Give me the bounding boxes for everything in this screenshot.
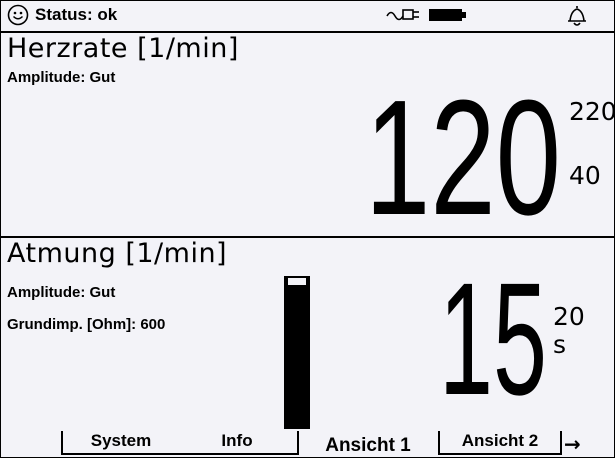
plug-icon — [386, 9, 419, 21]
tab-bar: System Info Ansicht 1 Ansicht 2 → — [1, 431, 614, 457]
respiration-value: 15 — [439, 273, 547, 398]
tab-info[interactable]: Info — [177, 431, 299, 455]
heart-rate-panel[interactable]: Herzrate [1/min] Amplitude: Gut 120 220 … — [1, 33, 614, 238]
monitor-screen: Status: ok Herzrate [1/min] Amplitude: G… — [0, 0, 615, 458]
svg-text:120: 120 — [365, 88, 561, 218]
respiration-panel[interactable]: Atmung [1/min] Amplitude: Gut Grundimp. … — [1, 238, 614, 431]
respiration-level-fill — [288, 278, 306, 285]
battery-icon — [429, 9, 466, 21]
tab-system[interactable]: System — [61, 431, 181, 455]
heart-rate-lower-limit: 40 — [569, 161, 601, 190]
heart-rate-title: Herzrate [1/min] — [7, 33, 239, 64]
respiration-level-bar — [284, 276, 310, 429]
smiley-icon — [7, 4, 29, 26]
respiration-amplitude: Amplitude: Gut — [7, 284, 116, 301]
svg-text:15: 15 — [439, 273, 547, 398]
tab-ansicht-1[interactable]: Ansicht 1 — [299, 431, 437, 457]
status-label: Status: ok — [35, 5, 118, 24]
status-bar: Status: ok — [1, 1, 614, 33]
heart-rate-amplitude: Amplitude: Gut — [7, 69, 116, 86]
tab-ansicht-2[interactable]: Ansicht 2 — [438, 431, 562, 455]
arrow-right-icon[interactable]: → — [564, 432, 581, 456]
respiration-impedance: Grundimp. [Ohm]: 600 — [7, 316, 166, 333]
respiration-limit-value: 20 — [553, 302, 585, 331]
heart-rate-value: 120 — [365, 88, 561, 218]
respiration-limit-unit: s — [553, 330, 567, 359]
bell-icon[interactable] — [564, 3, 590, 29]
respiration-title: Atmung [1/min] — [7, 238, 228, 269]
heart-rate-upper-limit: 220 — [569, 97, 615, 126]
